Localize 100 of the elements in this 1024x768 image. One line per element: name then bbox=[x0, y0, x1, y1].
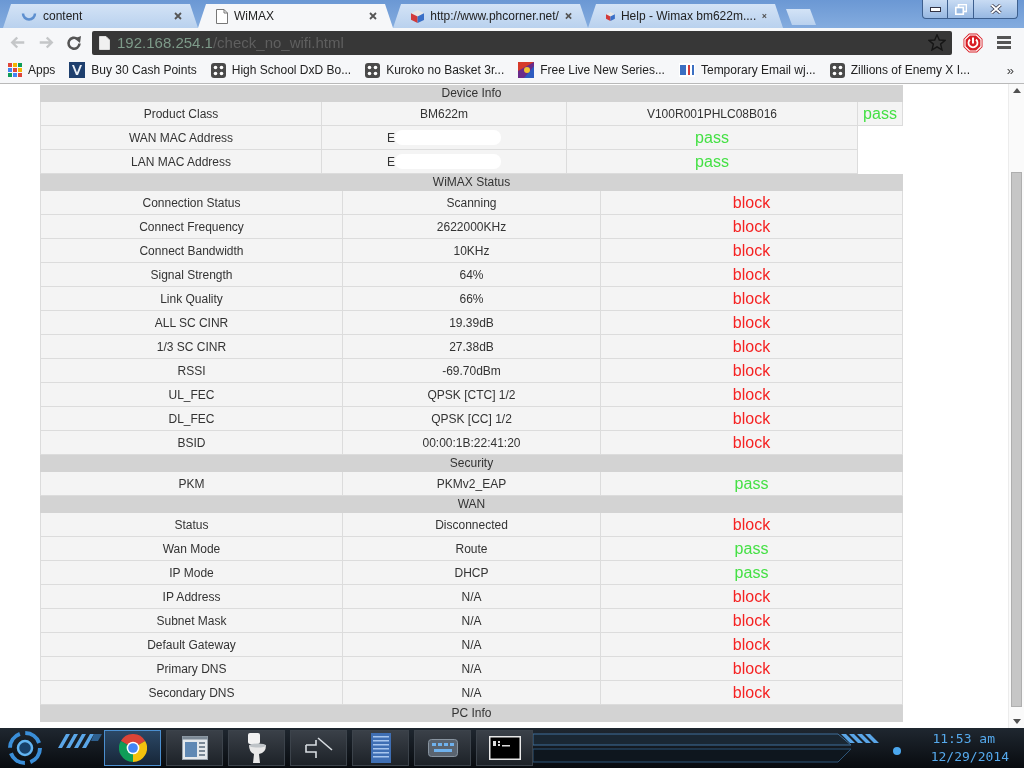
bookmark-item[interactable]: Temporary Email wj... bbox=[678, 63, 816, 77]
close-icon[interactable] bbox=[369, 12, 377, 20]
stop-sign-icon[interactable] bbox=[963, 32, 983, 53]
cell-text: E bbox=[387, 130, 395, 145]
table-cell: BSID bbox=[40, 431, 343, 455]
taskbar-button[interactable] bbox=[104, 730, 161, 766]
table-cell: Product Class bbox=[40, 102, 322, 126]
minimize-button[interactable] bbox=[922, 0, 948, 19]
scrollbar[interactable] bbox=[1008, 84, 1024, 728]
table-cell: Wan Mode bbox=[40, 537, 343, 561]
taskbar-button[interactable] bbox=[352, 730, 409, 766]
close-icon[interactable] bbox=[174, 12, 182, 20]
picture-tile-icon bbox=[518, 62, 535, 78]
indicator-dot-icon bbox=[893, 747, 901, 755]
bookmark-item[interactable]: High School DxD Bo... bbox=[210, 62, 352, 78]
close-icon[interactable] bbox=[762, 12, 767, 20]
taskbar-button[interactable] bbox=[476, 730, 533, 766]
restore-button[interactable] bbox=[948, 0, 974, 19]
close-icon[interactable] bbox=[564, 12, 572, 20]
table-cell: QPSK [CTC] 1/2 bbox=[343, 383, 601, 407]
start-orb-icon[interactable] bbox=[7, 730, 43, 766]
scroll-up-icon[interactable] bbox=[1012, 88, 1021, 93]
scroll-down-icon[interactable] bbox=[1012, 719, 1021, 724]
clock-date[interactable]: 12/29/2014 bbox=[930, 748, 1009, 766]
browser-tab[interactable]: WiMAX bbox=[198, 4, 393, 28]
window-icon bbox=[181, 736, 208, 760]
bookmark-item[interactable]: Free Live New Series... bbox=[518, 62, 665, 78]
status-result: block bbox=[601, 263, 903, 287]
table-cell: Secondary DNS bbox=[40, 681, 343, 705]
status-result: block bbox=[601, 239, 903, 263]
table-cell: IP Address bbox=[40, 585, 343, 609]
status-result: block bbox=[601, 311, 903, 335]
section-header: Device Info bbox=[40, 85, 903, 102]
close-button[interactable] bbox=[974, 0, 1018, 19]
table-cell: 1/3 SC CINR bbox=[40, 335, 343, 359]
bookmark-item[interactable]: Kuroko no Basket 3r... bbox=[365, 62, 505, 78]
table-cell: WAN MAC Address bbox=[40, 126, 322, 150]
terminal-icon bbox=[488, 736, 521, 760]
status-result: block bbox=[601, 383, 903, 407]
table-cell: Connect Frequency bbox=[40, 215, 343, 239]
table-cell: N/A bbox=[343, 633, 601, 657]
table-cell: QPSK [CC] 1/2 bbox=[343, 407, 601, 431]
clock-time[interactable]: 11:53 am bbox=[932, 730, 995, 748]
status-result: block bbox=[601, 513, 903, 537]
table-cell: Link Quality bbox=[40, 287, 343, 311]
page-icon bbox=[99, 35, 110, 50]
table-cell: PKM bbox=[40, 472, 343, 496]
bookmark-item[interactable]: Apps bbox=[8, 63, 56, 77]
table-cell: N/A bbox=[343, 585, 601, 609]
minimize-icon bbox=[929, 6, 941, 12]
taskbar-button[interactable] bbox=[290, 730, 347, 766]
status-result: block bbox=[601, 609, 903, 633]
status-result: pass bbox=[858, 102, 903, 126]
bookmark-item[interactable]: Buy 30 Cash Points bbox=[69, 62, 197, 78]
close-icon bbox=[989, 4, 1002, 14]
reload-icon[interactable] bbox=[66, 34, 82, 51]
toilet-icon bbox=[246, 733, 267, 763]
browser-tab[interactable]: content bbox=[3, 4, 198, 28]
table-cell: ALL SC CINR bbox=[40, 311, 343, 335]
cell-text: E bbox=[387, 154, 395, 169]
browser-icon bbox=[118, 734, 147, 762]
scrollbar-thumb[interactable] bbox=[1011, 172, 1022, 707]
bent-arrow-icon bbox=[303, 736, 334, 760]
table-cell: N/A bbox=[343, 681, 601, 705]
status-result: block bbox=[601, 359, 903, 383]
taskbar-button[interactable] bbox=[414, 730, 471, 766]
page-icon bbox=[216, 8, 228, 24]
table-cell: Status bbox=[40, 513, 343, 537]
table-cell: Disconnected bbox=[343, 513, 601, 537]
table-cell: Connect Bandwidth bbox=[40, 239, 343, 263]
table-cell: LAN MAC Address bbox=[40, 150, 322, 174]
browser-tab[interactable]: http://www.phcorner.net/ bbox=[393, 4, 588, 28]
section-header: PC Info bbox=[40, 705, 903, 722]
table-cell: 27.38dB bbox=[343, 335, 601, 359]
table-cell: DL_FEC bbox=[40, 407, 343, 431]
table-cell: DHCP bbox=[343, 561, 601, 585]
table-cell: -69.70dBm bbox=[343, 359, 601, 383]
table-cell: 2622000KHz bbox=[343, 215, 601, 239]
cube-icon bbox=[411, 8, 425, 24]
taskbar-button[interactable] bbox=[166, 730, 223, 766]
bookmark-item[interactable]: Zillions of Enemy X I... bbox=[829, 62, 971, 78]
status-result: pass bbox=[601, 561, 903, 585]
menu-icon[interactable] bbox=[997, 36, 1011, 49]
chevron-tile-icon bbox=[69, 62, 86, 78]
status-result: block bbox=[601, 657, 903, 681]
status-result: block bbox=[601, 585, 903, 609]
bars-logo-icon bbox=[678, 63, 695, 77]
star-icon[interactable] bbox=[928, 34, 946, 51]
status-result: block bbox=[601, 407, 903, 431]
browser-tab[interactable]: Help - Wimax bm622m.... bbox=[588, 4, 783, 28]
bookmarks-overflow-button[interactable]: » bbox=[1004, 62, 1016, 78]
table-cell: Connection Status bbox=[40, 191, 343, 215]
table-cell: Scanning bbox=[343, 191, 601, 215]
status-result: pass bbox=[601, 472, 903, 496]
status-result: block bbox=[601, 191, 903, 215]
table-cell: RSSI bbox=[40, 359, 343, 383]
table-cell: IP Mode bbox=[40, 561, 343, 585]
apps-grid-icon bbox=[8, 63, 22, 77]
server-icon bbox=[370, 733, 391, 763]
taskbar-button[interactable] bbox=[228, 730, 285, 766]
